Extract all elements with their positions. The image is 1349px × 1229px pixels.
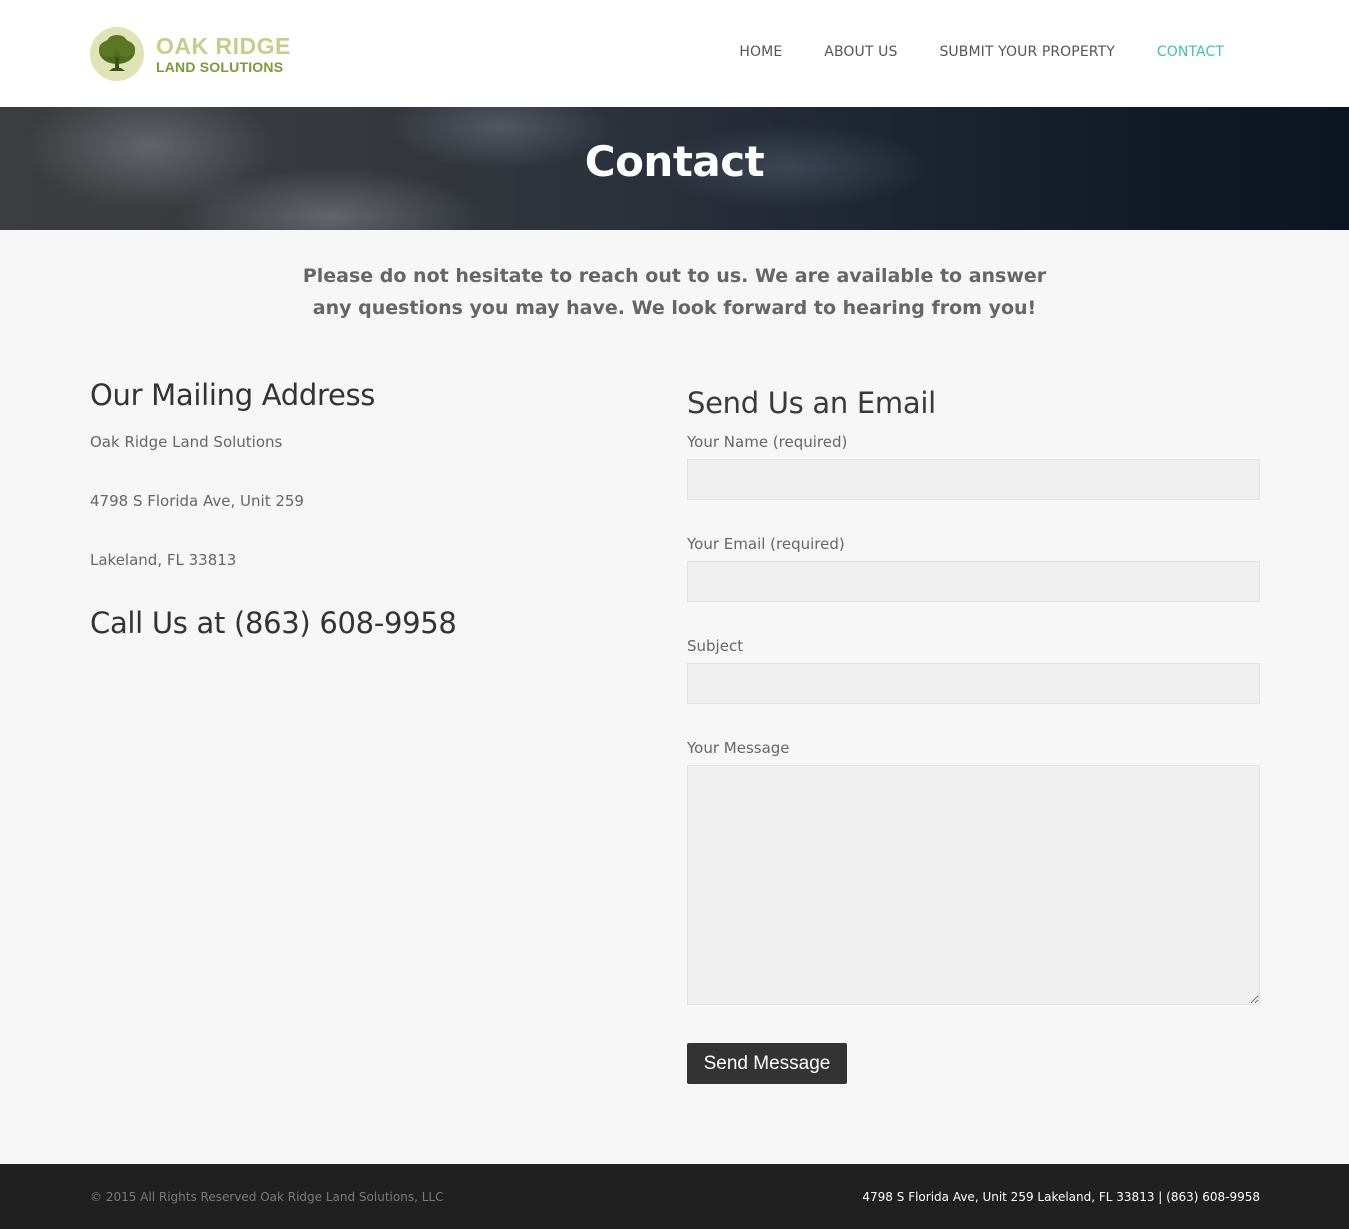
call-us-heading: Call Us at (863) 608-9958 (90, 606, 457, 640)
address-company: Oak Ridge Land Solutions (90, 433, 283, 451)
email-label: Your Email (required) (687, 535, 845, 553)
address-street: 4798 S Florida Ave, Unit 259 (90, 492, 304, 510)
footer-contact-info: 4798 S Florida Ave, Unit 259 Lakeland, F… (862, 1190, 1260, 1204)
main-nav: HOME ABOUT US SUBMIT YOUR PROPERTY CONTA… (697, 44, 1224, 60)
subject-label: Subject (687, 637, 744, 655)
intro-text: Please do not hesitate to reach out to u… (302, 265, 1047, 319)
logo-line-1: OAK RIDGE (156, 32, 291, 59)
nav-about-us[interactable]: ABOUT US (824, 44, 897, 60)
logo-link[interactable]: OAK RIDGE LAND SOLUTIONS (90, 27, 291, 81)
nav-home[interactable]: HOME (739, 44, 782, 60)
nav-submit-your-property[interactable]: SUBMIT YOUR PROPERTY (939, 44, 1114, 60)
oak-tree-icon (90, 27, 144, 81)
page-title: Contact (584, 137, 765, 186)
footer-copyright: © 2015 All Rights Reserved Oak Ridge Lan… (90, 1190, 444, 1204)
email-form-heading: Send Us an Email (687, 386, 936, 420)
logo-line-2: LAND SOLUTIONS (156, 58, 284, 75)
subject-input[interactable] (687, 663, 1260, 704)
send-message-button[interactable]: Send Message (687, 1043, 847, 1084)
site-footer: © 2015 All Rights Reserved Oak Ridge Lan… (0, 1164, 1349, 1229)
logo-text: OAK RIDGE LAND SOLUTIONS (156, 32, 291, 75)
name-label: Your Name (required) (687, 433, 848, 451)
site-header: OAK RIDGE LAND SOLUTIONS HOME ABOUT US S… (0, 0, 1349, 107)
email-input[interactable] (687, 561, 1260, 602)
hero-banner: Contact (0, 107, 1349, 230)
nav-contact[interactable]: CONTACT (1157, 44, 1224, 60)
mailing-address-heading: Our Mailing Address (90, 378, 376, 412)
name-input[interactable] (687, 459, 1260, 500)
message-textarea[interactable] (687, 765, 1260, 1005)
mailing-address-section: Our Mailing Address Oak Ridge Land Solut… (90, 378, 630, 640)
message-label: Your Message (687, 739, 790, 757)
address-city: Lakeland, FL 33813 (90, 551, 237, 569)
